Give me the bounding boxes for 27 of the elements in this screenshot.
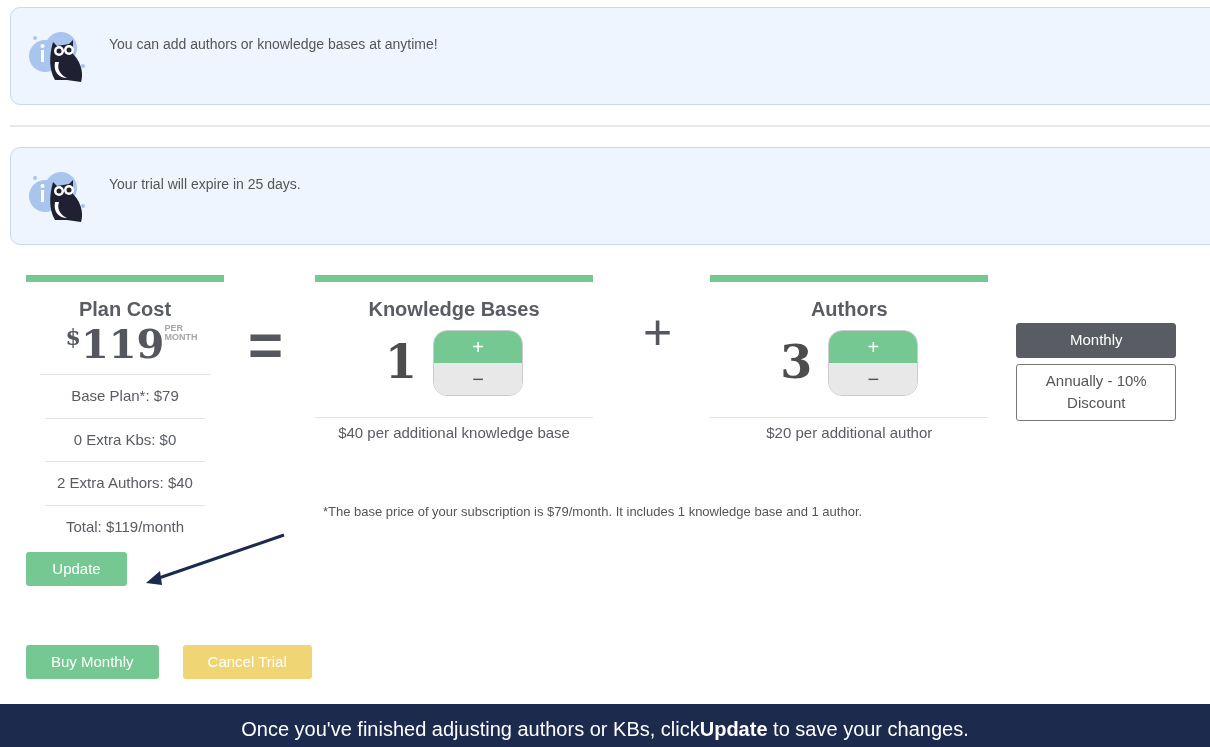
increment-button[interactable]: +	[434, 330, 523, 363]
equals-sign: =	[248, 315, 284, 375]
banner-text: Once you've finished adjusting authors or KBs, clickUpdate to save your changes.	[241, 717, 969, 742]
notice-text: You can add authors or knowledge bases at anytime!	[109, 35, 438, 54]
decrement-button[interactable]: −	[434, 362, 523, 395]
plan-cost-title: Plan Cost	[77, 297, 173, 322]
plus-sign: +	[643, 307, 673, 357]
counter-value: 3	[780, 334, 813, 391]
price-line: Base Plan*: $79	[40, 374, 210, 418]
action-button[interactable]: Buy Monthly	[26, 645, 159, 679]
increment-button[interactable]: +	[829, 330, 918, 363]
price-line: 0 Extra Kbs: $0	[45, 417, 205, 461]
billing-option[interactable]: Monthly	[1016, 323, 1177, 358]
counter-title: Authors	[809, 297, 889, 322]
notice-text: Your trial will expire in 25 days.	[109, 175, 301, 194]
price-line: Total: $119/month	[45, 504, 205, 548]
action-button[interactable]: Cancel Trial	[182, 645, 312, 679]
counter-note: $40 per additional knowledge base	[315, 417, 594, 445]
per-month-label: PER MONTH	[164, 324, 199, 342]
footnote: *The base price of your subscription is $79/month. It includes 1 knowledge base and 1 author.	[323, 503, 863, 521]
counter-value: 1	[385, 334, 418, 391]
update-button[interactable]: Update	[26, 552, 127, 586]
counter-note: $20 per additional author	[710, 417, 989, 445]
price-line: 2 Extra Authors: $40	[45, 461, 205, 505]
billing-option[interactable]: Annually - 10% Discount	[1016, 363, 1177, 421]
counter-title: Knowledge Bases	[367, 297, 541, 322]
decrement-button[interactable]: −	[829, 362, 918, 395]
